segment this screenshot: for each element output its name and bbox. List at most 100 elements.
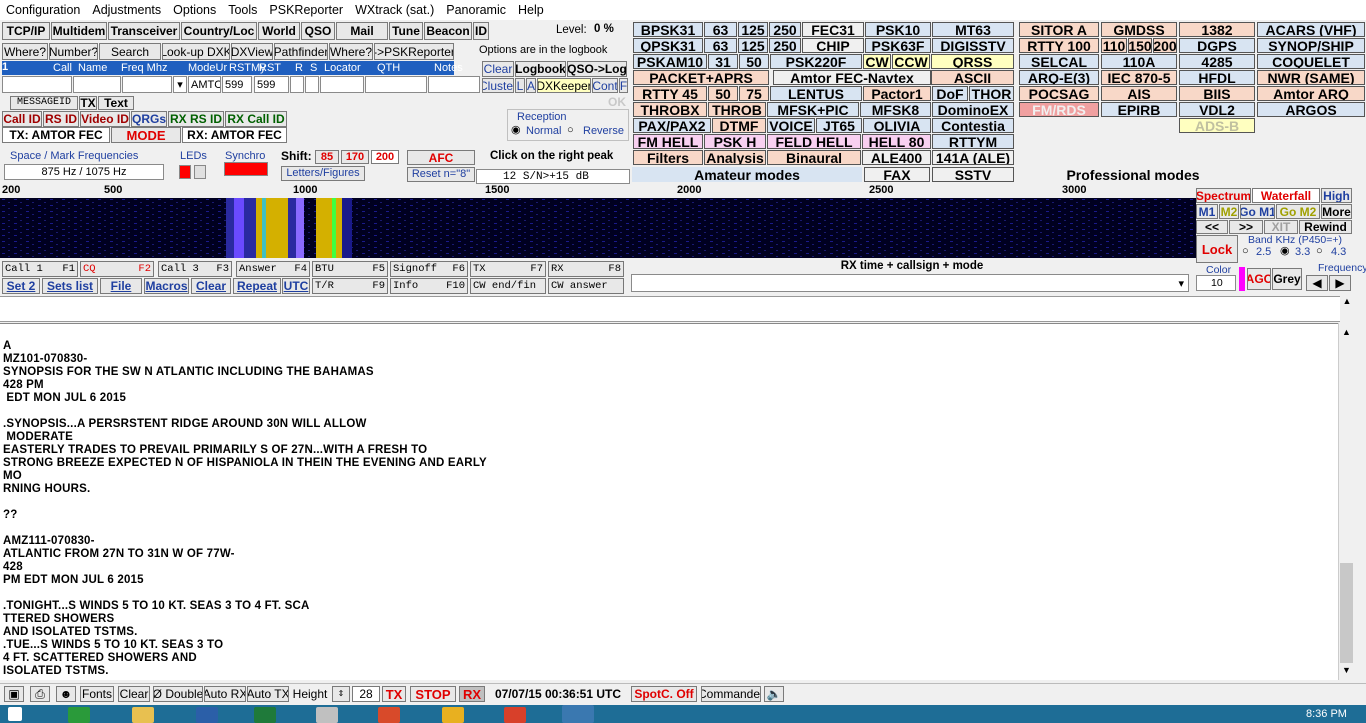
reset-button[interactable]: Reset n="8" <box>407 167 475 182</box>
tx-input[interactable] <box>0 296 1354 322</box>
pro-mode-arq-e-3-[interactable]: ARQ-E(3) <box>1019 70 1099 85</box>
mode-sstv[interactable]: SSTV <box>932 167 1014 182</box>
freq-field[interactable] <box>122 76 172 93</box>
mode-throb[interactable]: THROB <box>708 102 766 117</box>
spotc-button[interactable]: SpotC. Off <box>631 686 697 702</box>
pro-mode-pocsag[interactable]: POCSAG <box>1019 86 1099 101</box>
pro-mode-nwr-same-[interactable]: NWR (SAME) <box>1257 70 1365 85</box>
l-button[interactable]: L <box>515 78 525 93</box>
macro2-key-2[interactable]: Sets list <box>42 278 98 294</box>
macro2-key-7[interactable]: UTC <box>282 278 310 294</box>
mode-chip[interactable]: CHIP <box>802 38 864 53</box>
mode-cw[interactable]: CW <box>863 54 891 69</box>
color-spinner[interactable]: 10 <box>1196 275 1236 291</box>
macro2-key-11[interactable]: CW answer <box>548 278 624 294</box>
waterfall-button[interactable]: Waterfall <box>1252 188 1320 203</box>
mail-button[interactable]: Mail <box>336 22 388 40</box>
mode-psk63f[interactable]: PSK63F <box>865 38 931 53</box>
video-id-button[interactable]: Video ID <box>80 111 130 127</box>
beacon-button[interactable]: Beacon <box>424 22 472 40</box>
afc-button[interactable]: AFC <box>407 150 475 165</box>
pro-mode-ads-b[interactable]: ADS-B <box>1179 118 1255 133</box>
tx-scroll[interactable]: ▲ <box>1340 296 1354 322</box>
pro-mode-sitor-a[interactable]: SITOR A <box>1019 22 1099 37</box>
mode-qrss[interactable]: QRSS <box>931 54 1014 69</box>
dxkeeper-button[interactable]: DXKeeper <box>537 78 591 93</box>
menu-wxtrack[interactable]: WXtrack (sat.) <box>349 0 440 20</box>
pro-mode-epirb[interactable]: EPIRB <box>1101 102 1177 117</box>
waterfall-display[interactable] <box>0 198 1196 258</box>
height-value[interactable]: 28 <box>352 686 380 702</box>
mode-throbx[interactable]: THROBX <box>633 102 707 117</box>
notes-field[interactable] <box>428 76 480 93</box>
mode-ccw[interactable]: CCW <box>892 54 930 69</box>
mode-hell-80[interactable]: HELL 80 <box>862 134 931 149</box>
scroll-down-icon[interactable]: ▼ <box>1342 665 1351 675</box>
agc-button[interactable]: AGC <box>1247 268 1271 290</box>
mode-jt65[interactable]: JT65 <box>816 118 862 133</box>
mode-binaural[interactable]: Binaural <box>767 150 861 165</box>
r-field[interactable] <box>290 76 304 93</box>
double-button[interactable]: Ø Double <box>153 686 203 702</box>
pro-mode-hfdl[interactable]: HFDL <box>1179 70 1255 85</box>
tune-button[interactable]: Tune <box>389 22 423 40</box>
scroll-up-icon[interactable]: ▲ <box>1342 327 1351 337</box>
freq-right-icon[interactable]: ▶ <box>1329 275 1351 291</box>
qso-button[interactable]: QSO <box>301 22 335 40</box>
stop-button[interactable]: STOP <box>410 686 456 702</box>
call-id-button[interactable]: Call ID <box>2 111 42 127</box>
macro-key-5[interactable]: BTU F5 <box>312 261 388 277</box>
clear-log-button[interactable]: Clear <box>482 61 514 77</box>
shift-170-button[interactable]: 170 <box>341 150 369 164</box>
a-button[interactable]: A <box>526 78 536 93</box>
tab-text[interactable]: Text <box>98 96 134 110</box>
mode-field[interactable]: AMTC <box>188 76 221 93</box>
macro-key-3[interactable]: Call 3 F3 <box>158 261 232 277</box>
mode-pskam10[interactable]: PSKAM10 <box>633 54 707 69</box>
html-icon[interactable] <box>378 707 400 723</box>
macro2-key-8[interactable]: T/R F9 <box>312 278 388 294</box>
mode-packet-aprs[interactable]: PACKET+APRS <box>633 70 769 85</box>
band-radio-2[interactable]: ◉ <box>1280 246 1290 257</box>
mode-psk10[interactable]: PSK10 <box>865 22 931 37</box>
mode-50[interactable]: 50 <box>739 54 769 69</box>
pro-mode-110a[interactable]: 110A <box>1101 54 1177 69</box>
freq-dropdown-icon[interactable]: ▾ <box>173 76 187 93</box>
mode-250[interactable]: 250 <box>769 22 801 37</box>
mode-125[interactable]: 125 <box>738 22 768 37</box>
mode-feld-hell[interactable]: FELD HELL <box>767 134 861 149</box>
speaker-icon[interactable]: 🔈 <box>764 686 784 702</box>
macro-key-6[interactable]: Signoff F6 <box>390 261 468 277</box>
mode-63[interactable]: 63 <box>704 22 737 37</box>
auto-rx-button[interactable]: Auto RX <box>204 686 246 702</box>
auto-tx-button[interactable]: Auto TX <box>247 686 289 702</box>
mode-50[interactable]: 50 <box>708 86 738 101</box>
tx-button[interactable]: TX <box>382 686 406 702</box>
world-button[interactable]: World <box>258 22 300 40</box>
multidem-button[interactable]: Multidem <box>51 22 107 40</box>
mode-125[interactable]: 125 <box>738 38 768 53</box>
paint-icon[interactable] <box>442 707 464 723</box>
cluster-button[interactable]: Cluster <box>482 78 514 93</box>
clear-button[interactable]: Clear <box>118 686 150 702</box>
mode-mt63[interactable]: MT63 <box>932 22 1014 37</box>
spectrum-button[interactable]: Spectrum <box>1196 188 1251 203</box>
rx-time-dropdown[interactable]: ▾ <box>631 274 1189 292</box>
mode-mfsk8[interactable]: MFSK8 <box>860 102 931 117</box>
s-field[interactable] <box>305 76 319 93</box>
tcpip-button[interactable]: TCP/IP <box>2 22 50 40</box>
macro-key-1[interactable]: Call 1 F1 <box>2 261 78 277</box>
cont-button[interactable]: Cont <box>592 78 618 93</box>
shift-85-button[interactable]: 85 <box>315 150 339 164</box>
excel-icon[interactable] <box>254 707 276 723</box>
high-button[interactable]: High <box>1321 188 1352 203</box>
shift-right-button[interactable]: >> <box>1229 220 1263 234</box>
multipsk-icon[interactable] <box>562 705 594 723</box>
pro-mode-rtty-100[interactable]: RTTY 100 <box>1019 38 1099 53</box>
rx-button[interactable]: RX <box>459 686 485 702</box>
search-button[interactable]: Search <box>99 43 161 60</box>
tab-tx[interactable]: TX <box>79 96 97 110</box>
pro-mode-synop-ship[interactable]: SYNOP/SHIP <box>1257 38 1365 53</box>
pro-mode-vdl2[interactable]: VDL2 <box>1179 102 1255 117</box>
grey-button[interactable]: Grey <box>1272 268 1302 290</box>
